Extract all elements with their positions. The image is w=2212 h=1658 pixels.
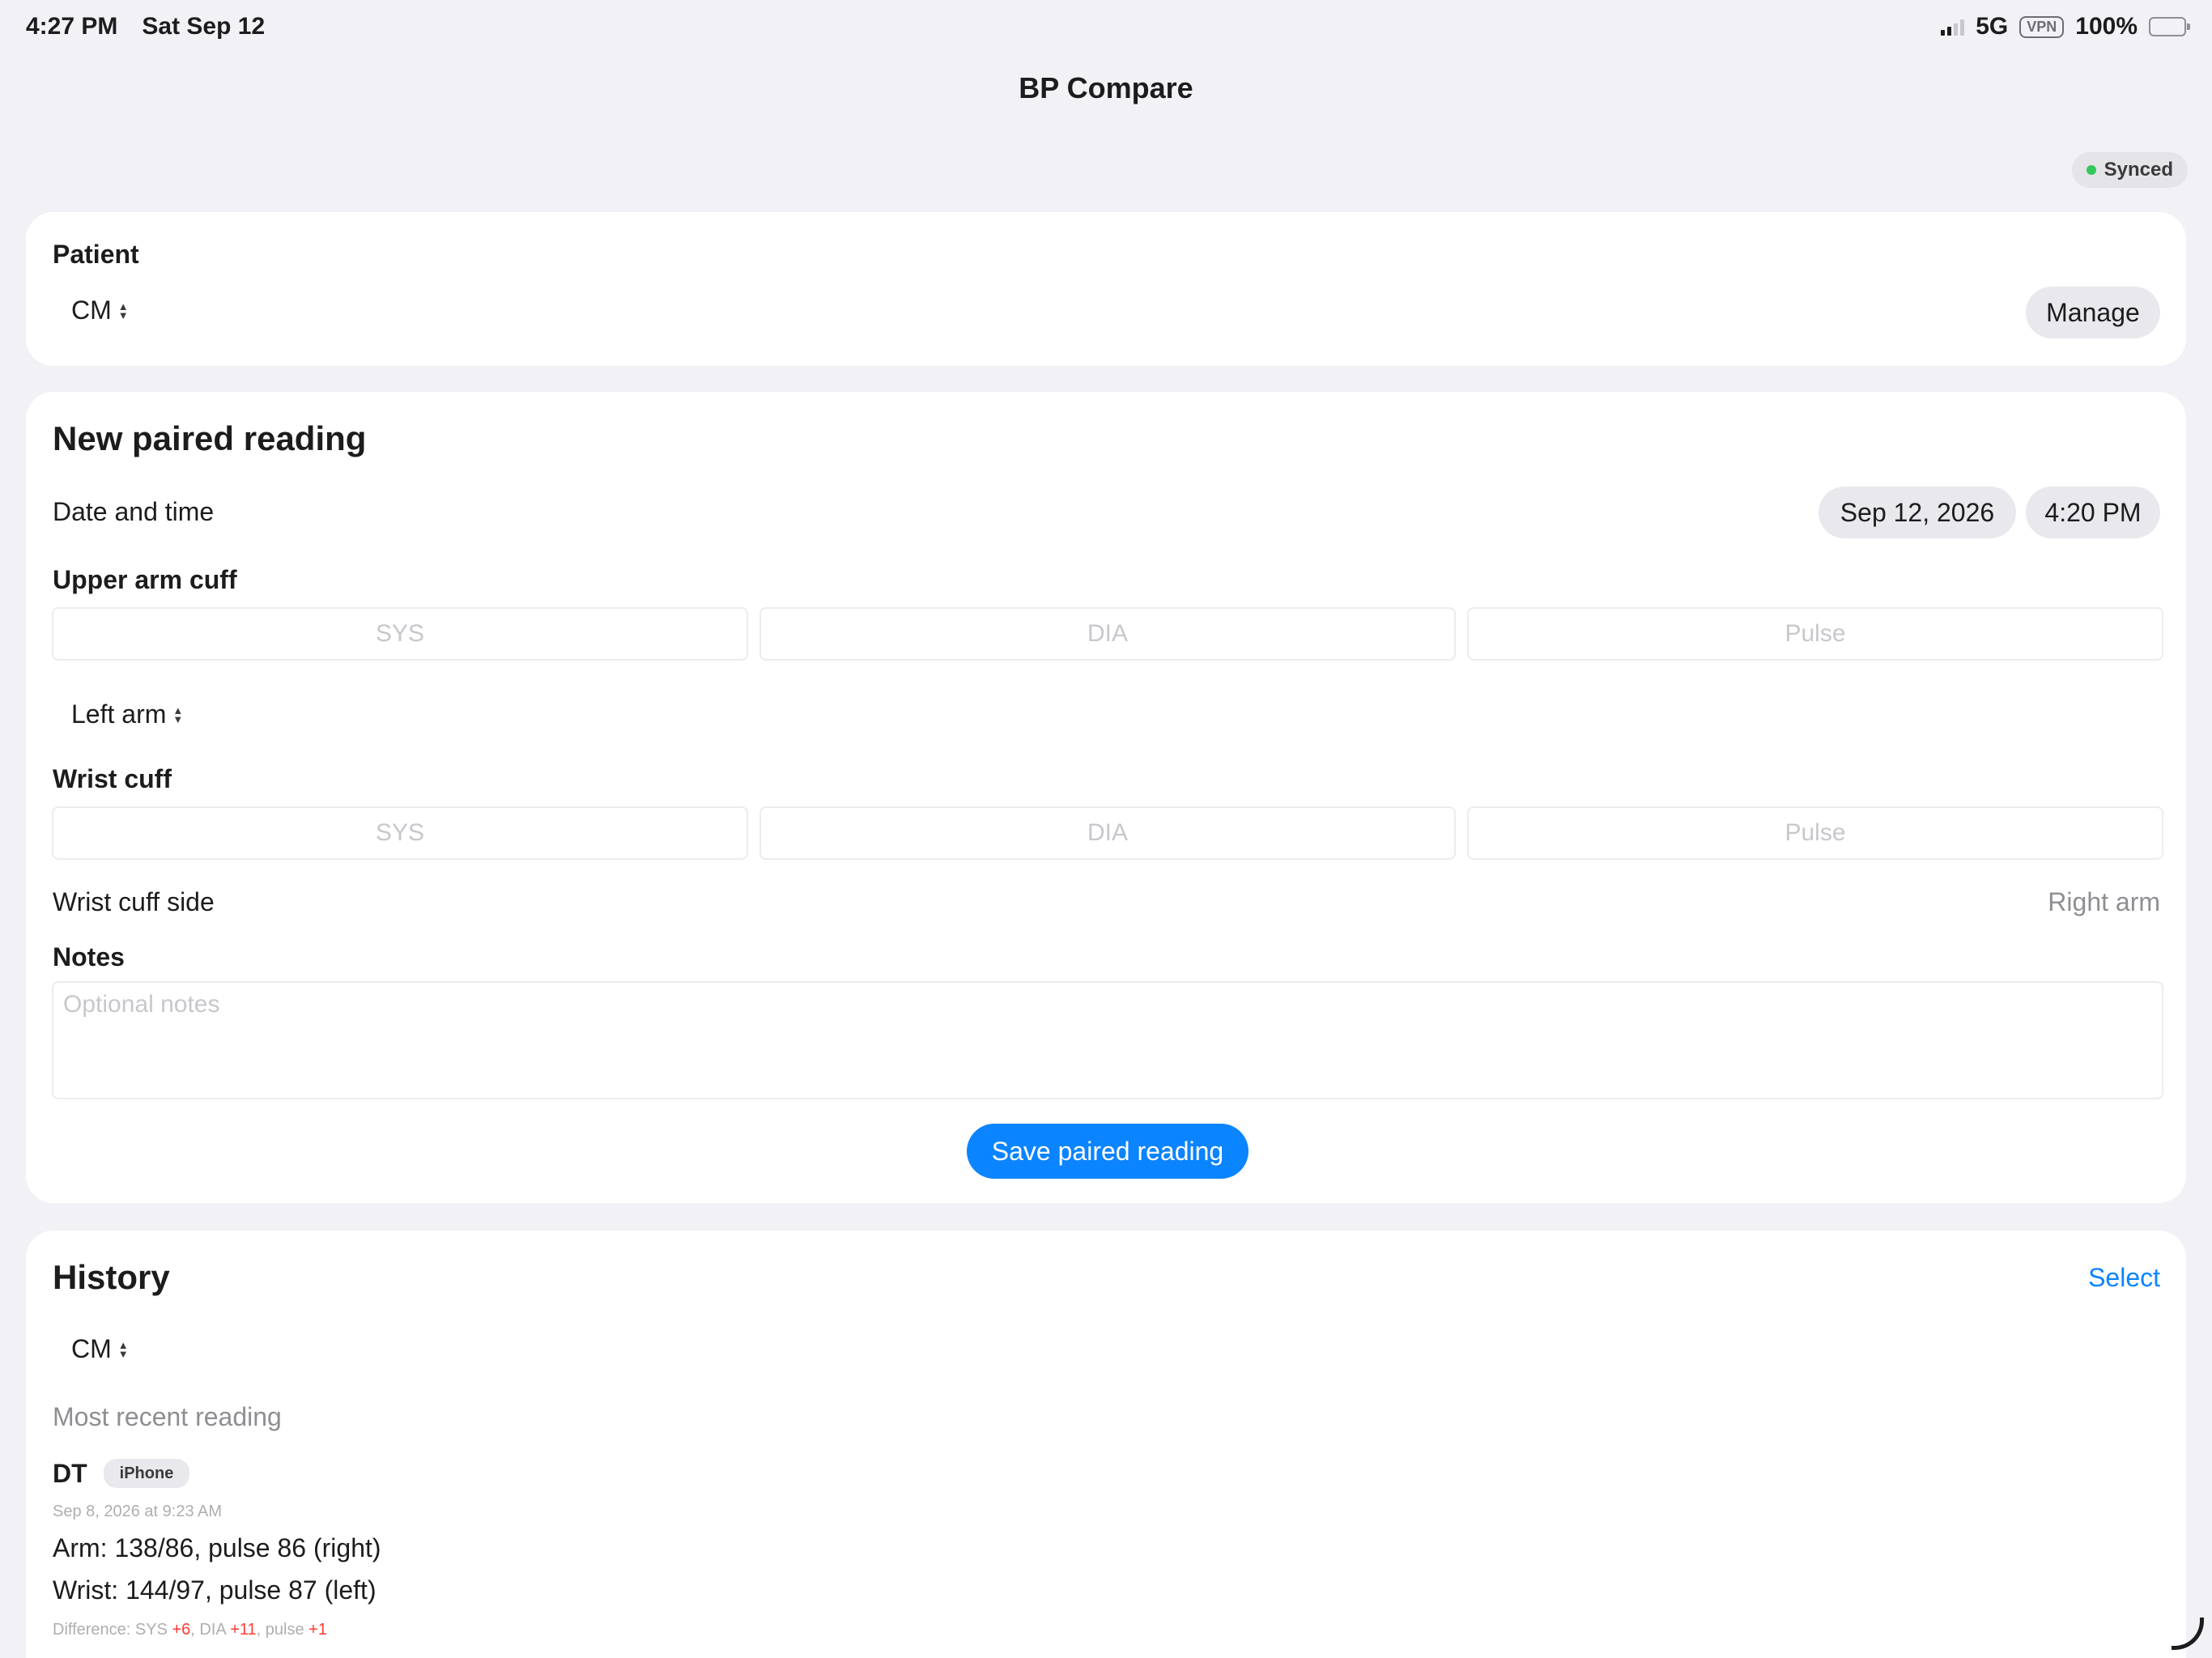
- patient-heading: Patient: [53, 240, 139, 269]
- up-down-chevron-icon: ▲ ▼: [172, 704, 184, 725]
- status-date: Sat Sep 12: [142, 13, 266, 40]
- date-picker-button[interactable]: Sep 12, 2026: [1819, 487, 2016, 538]
- patient-picker[interactable]: CM ▲ ▼: [71, 295, 129, 325]
- cellular-signal-icon: [1941, 18, 1965, 36]
- diff-pulse-label: , pulse: [256, 1621, 309, 1639]
- diff-dia-label: , DIA: [190, 1621, 231, 1639]
- page-title: BP Compare: [1019, 71, 1193, 104]
- upper-arm-side-picker[interactable]: Left arm ▲ ▼: [71, 699, 183, 729]
- time-picker-button[interactable]: 4:20 PM: [2026, 487, 2160, 538]
- entry-arm-reading: Arm: 138/86, pulse 86 (right): [53, 1533, 381, 1562]
- history-title: History: [53, 1258, 170, 1296]
- entry-difference: Difference: SYS +6, DIA +11, pulse +1: [53, 1621, 327, 1639]
- status-bar: 4:27 PM Sat Sep 12 5G VPN 100%: [0, 0, 2212, 53]
- wrist-pulse-input[interactable]: Pulse: [1467, 806, 2163, 860]
- patient-card: Patient CM ▲ ▼ Manage: [26, 212, 2186, 366]
- vpn-badge: VPN: [2019, 15, 2065, 38]
- diff-prefix: Difference: SYS: [53, 1621, 172, 1639]
- entry-timestamp: Sep 8, 2026 at 9:23 AM: [53, 1503, 223, 1520]
- wrist-side-value[interactable]: Right arm: [2048, 887, 2160, 917]
- upper-arm-side-value: Left arm: [71, 699, 167, 729]
- manage-button[interactable]: Manage: [2026, 287, 2160, 338]
- battery-icon: [2149, 17, 2190, 36]
- select-button[interactable]: Select: [2088, 1263, 2160, 1293]
- wrist-dia-input[interactable]: DIA: [759, 806, 1456, 860]
- entry-initials: DT: [53, 1459, 87, 1488]
- wrist-heading: Wrist cuff: [53, 764, 172, 793]
- new-reading-title: New paired reading: [53, 419, 367, 457]
- sync-dot-icon: [2086, 165, 2096, 175]
- network-type: 5G: [1976, 13, 2009, 40]
- resize-corner-icon: [2172, 1618, 2204, 1650]
- device-badge: iPhone: [104, 1459, 189, 1488]
- history-card: History Select CM ▲ ▼ Most recent reading…: [26, 1231, 2186, 1658]
- diff-pulse: +1: [308, 1621, 327, 1639]
- wrist-side-label: Wrist cuff side: [53, 887, 215, 916]
- history-patient-value: CM: [71, 1334, 112, 1363]
- up-down-chevron-icon: ▲ ▼: [117, 300, 129, 321]
- diff-dia: +11: [230, 1621, 257, 1639]
- notes-heading: Notes: [53, 942, 125, 971]
- upper-arm-dia-input[interactable]: DIA: [759, 607, 1456, 661]
- battery-percent: 100%: [2075, 13, 2138, 40]
- upper-arm-pulse-input[interactable]: Pulse: [1467, 607, 2163, 661]
- new-reading-card: New paired reading Date and time Sep 12,…: [26, 392, 2186, 1203]
- wrist-sys-input[interactable]: SYS: [52, 806, 748, 860]
- sync-status-badge: Synced: [2071, 152, 2188, 188]
- patient-picker-value: CM: [71, 295, 112, 325]
- notes-textarea[interactable]: Optional notes: [52, 981, 2163, 1099]
- history-patient-picker[interactable]: CM ▲ ▼: [71, 1334, 129, 1364]
- diff-sys: +6: [172, 1621, 191, 1639]
- sync-status-label: Synced: [2104, 159, 2173, 181]
- up-down-chevron-icon: ▲ ▼: [117, 1338, 129, 1360]
- save-paired-reading-button[interactable]: Save paired reading: [967, 1124, 1249, 1179]
- most-recent-label: Most recent reading: [53, 1402, 282, 1431]
- date-time-label: Date and time: [53, 497, 215, 526]
- entry-wrist-reading: Wrist: 144/97, pulse 87 (left): [53, 1575, 376, 1605]
- status-time: 4:27 PM: [26, 13, 118, 40]
- upper-arm-sys-input[interactable]: SYS: [52, 607, 748, 661]
- upper-arm-heading: Upper arm cuff: [53, 565, 237, 594]
